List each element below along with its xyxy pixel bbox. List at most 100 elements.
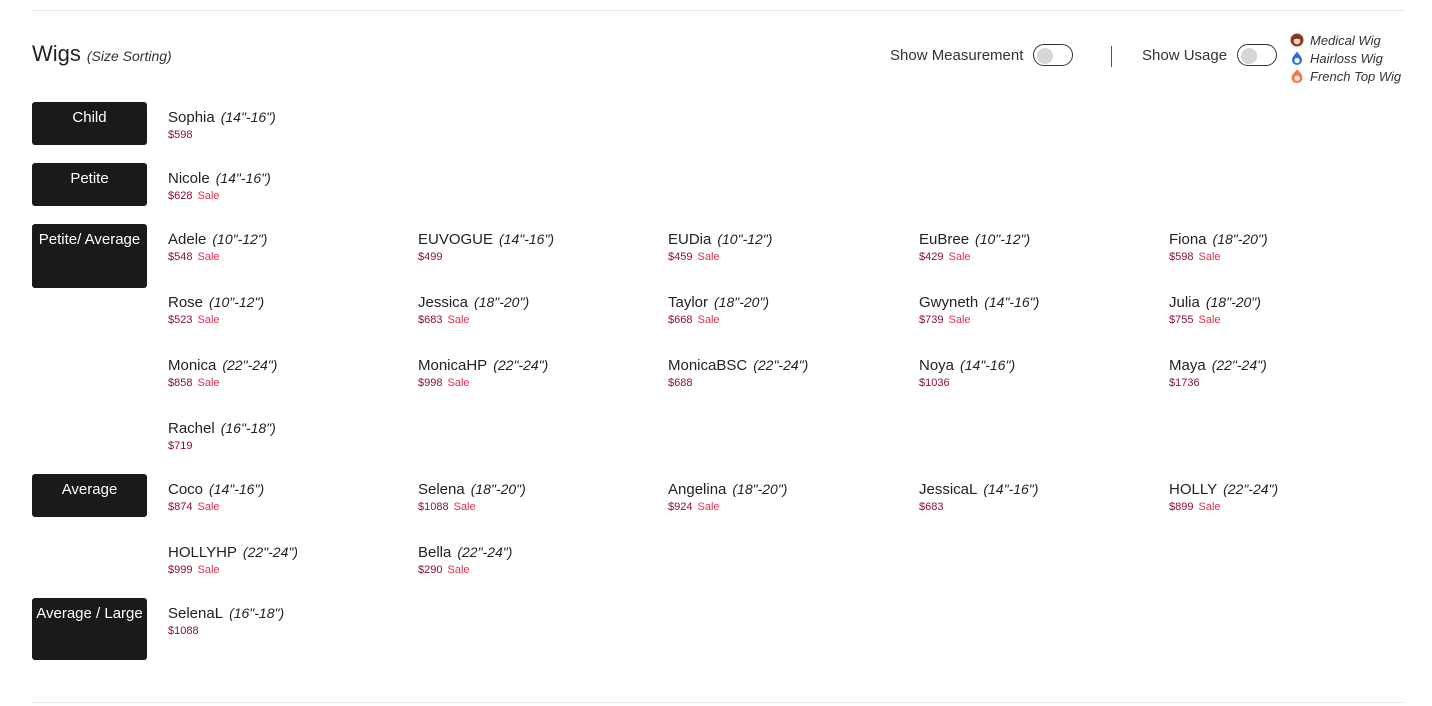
category-average-large[interactable]: Average / Large: [32, 598, 147, 660]
sale-badge: Sale: [1198, 251, 1221, 263]
product-item[interactable]: HOLLY (22"-24") $899 Sale: [1169, 481, 1278, 514]
sale-badge: Sale: [447, 564, 470, 576]
product-size: (22"-24"): [457, 544, 513, 560]
product-title: HOLLY (22"-24"): [1169, 481, 1278, 499]
sale-badge: Sale: [447, 377, 470, 389]
product-size: (10"-12"): [212, 231, 268, 247]
product-item[interactable]: MonicaHP (22"-24") $998 Sale: [418, 357, 548, 390]
product-title: Taylor (18"-20"): [668, 294, 769, 312]
product-item[interactable]: Coco (14"-16") $874 Sale: [168, 481, 264, 514]
product-item[interactable]: HOLLYHP (22"-24") $999 Sale: [168, 544, 298, 577]
product-name: SelenaL: [168, 605, 224, 622]
product-price-row: $1088: [168, 625, 284, 638]
show-usage-toggle[interactable]: [1237, 44, 1278, 66]
product-title: Julia (18"-20"): [1169, 294, 1261, 312]
product-item[interactable]: MonicaBSC (22"-24") $688: [668, 357, 808, 390]
product-size: (18"-20"): [732, 481, 788, 497]
legend-label: French Top Wig: [1310, 68, 1402, 84]
product-item[interactable]: Selena (18"-20") $1088 Sale: [418, 481, 526, 514]
product-size: (18"-20"): [1205, 294, 1261, 310]
product-price-row: $998 Sale: [418, 377, 548, 390]
category-petite-average[interactable]: Petite/ Average: [32, 224, 147, 288]
sale-badge: Sale: [197, 377, 220, 389]
product-item[interactable]: Rachel (16"-18") $719: [168, 420, 276, 453]
product-name: Angelina: [668, 481, 727, 498]
product-item[interactable]: Monica (22"-24") $858 Sale: [168, 357, 277, 390]
product-price-row: $429 Sale: [919, 251, 1030, 264]
sale-badge: Sale: [197, 190, 220, 202]
product-item[interactable]: Noya (14"-16") $1036: [919, 357, 1015, 390]
show-measurement-toggle[interactable]: [1033, 44, 1074, 66]
product-name: Selena: [418, 481, 465, 498]
product-item[interactable]: SelenaL (16"-18") $1088: [168, 605, 284, 638]
product-price-row: $499: [418, 251, 554, 264]
product-price: $429: [919, 251, 944, 263]
product-item[interactable]: Rose (10"-12") $523 Sale: [168, 294, 264, 327]
product-price-row: $548 Sale: [168, 251, 267, 264]
product-title: EUDia (10"-12"): [668, 231, 772, 249]
product-item[interactable]: Fiona (18"-20") $598 Sale: [1169, 231, 1268, 264]
sale-badge: Sale: [197, 314, 220, 326]
sale-badge: Sale: [697, 501, 720, 513]
show-usage-label: Show Usage: [1142, 46, 1228, 64]
product-size: (14"-16"): [984, 294, 1040, 310]
product-name: JessicaL: [919, 481, 978, 498]
product-price: $755: [1169, 314, 1194, 326]
product-price-row: $1036: [919, 377, 1015, 390]
product-price-row: $739 Sale: [919, 314, 1039, 327]
category-petite[interactable]: Petite: [32, 163, 147, 206]
hairloss-wig-icon: [1292, 51, 1302, 65]
section-header: Wigs (Size Sorting): [32, 41, 172, 67]
product-size: (16"-18"): [229, 605, 285, 621]
product-price-row: $688: [668, 377, 808, 390]
product-item[interactable]: EUVOGUE (14"-16") $499: [418, 231, 554, 264]
product-name: Rachel: [168, 420, 215, 437]
category-child[interactable]: Child: [32, 102, 147, 145]
product-price-row: $1736: [1169, 377, 1267, 390]
product-price-row: $683 Sale: [418, 314, 529, 327]
product-item[interactable]: Angelina (18"-20") $924 Sale: [668, 481, 787, 514]
product-size: (16"-18"): [220, 420, 276, 436]
product-title: Fiona (18"-20"): [1169, 231, 1268, 249]
sale-badge: Sale: [197, 564, 220, 576]
page-subtitle: (Size Sorting): [86, 48, 172, 64]
legend-item-medical: Medical Wig: [1290, 31, 1401, 49]
product-item[interactable]: EuBree (10"-12") $429 Sale: [919, 231, 1030, 264]
product-item[interactable]: Jessica (18"-20") $683 Sale: [418, 294, 529, 327]
product-title: Maya (22"-24"): [1169, 357, 1267, 375]
sale-badge: Sale: [948, 251, 971, 263]
product-item[interactable]: Taylor (18"-20") $668 Sale: [668, 294, 769, 327]
product-item[interactable]: Adele (10"-12") $548 Sale: [168, 231, 267, 264]
product-item[interactable]: Gwyneth (14"-16") $739 Sale: [919, 294, 1039, 327]
product-size: (22"-24"): [222, 357, 278, 373]
product-size: (22"-24"): [1211, 357, 1267, 373]
product-size: (10"-12"): [975, 231, 1031, 247]
category-average[interactable]: Average: [32, 474, 147, 517]
product-item[interactable]: Bella (22"-24") $290 Sale: [418, 544, 512, 577]
product-item[interactable]: EUDia (10"-12") $459 Sale: [668, 231, 772, 264]
product-price-row: $899 Sale: [1169, 501, 1278, 514]
product-item[interactable]: Sophia (14"-16") $598: [168, 109, 276, 142]
product-title: JessicaL (14"-16"): [919, 481, 1038, 499]
product-item[interactable]: Nicole (14"-16") $628 Sale: [168, 170, 271, 203]
product-price-row: $719: [168, 440, 276, 453]
product-name: Gwyneth: [919, 294, 979, 311]
product-item[interactable]: Julia (18"-20") $755 Sale: [1169, 294, 1261, 327]
product-name: MonicaHP: [418, 357, 488, 374]
product-item[interactable]: JessicaL (14"-16") $683: [919, 481, 1038, 514]
product-price-row: $755 Sale: [1169, 314, 1261, 327]
product-title: Monica (22"-24"): [168, 357, 277, 375]
usage-legend: Medical Wig Hairloss Wig French Top Wig: [1290, 31, 1401, 85]
product-name: EUVOGUE: [418, 231, 494, 248]
controls-divider: [1111, 46, 1112, 67]
product-item[interactable]: Maya (22"-24") $1736: [1169, 357, 1267, 390]
product-title: MonicaHP (22"-24"): [418, 357, 548, 375]
sale-badge: Sale: [697, 314, 720, 326]
product-size: (18"-20"): [1212, 231, 1268, 247]
product-title: Noya (14"-16"): [919, 357, 1015, 375]
product-price: $999: [168, 564, 193, 576]
product-price: $858: [168, 377, 193, 389]
product-name: Taylor: [668, 294, 709, 311]
product-name: Jessica: [418, 294, 469, 311]
toggle-knob: [1241, 48, 1258, 64]
